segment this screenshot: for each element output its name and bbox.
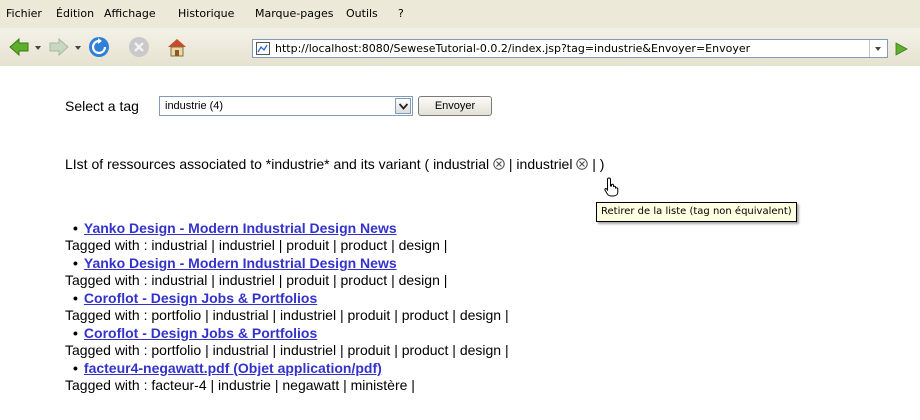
back-arrow-icon[interactable] bbox=[8, 36, 30, 58]
menu-fichier[interactable]: Fichier bbox=[6, 7, 42, 20]
submit-button[interactable]: Envoyer bbox=[418, 96, 492, 116]
remove-tag-icon[interactable] bbox=[576, 158, 589, 170]
menu-outils[interactable]: Outils bbox=[346, 7, 378, 20]
menu-edition[interactable]: Édition bbox=[56, 7, 94, 20]
navigation-toolbar: http://localhost:8080/SeweseTutorial-0.0… bbox=[0, 28, 920, 67]
reload-icon[interactable] bbox=[88, 36, 110, 58]
list-heading-text: LIst of ressources associated to *indust… bbox=[65, 156, 490, 172]
result-tags: Tagged with : portfolio | industrial | i… bbox=[65, 342, 509, 358]
tag-select-value: industrie (4) bbox=[165, 100, 224, 112]
tag-select[interactable]: industrie (4) bbox=[159, 96, 413, 116]
result-link[interactable]: Coroflot - Design Jobs & Portfolios bbox=[84, 325, 317, 341]
back-history-dropdown-icon[interactable] bbox=[35, 46, 41, 50]
result-tags: Tagged with : industrial | industriel | … bbox=[65, 272, 448, 288]
chevron-down-icon[interactable] bbox=[395, 98, 411, 114]
select-tag-label: Select a tag bbox=[65, 98, 139, 114]
page-favicon-icon bbox=[256, 42, 270, 55]
page-content: Select a tag industrie (4) Envoyer LIst … bbox=[0, 66, 920, 420]
forward-history-dropdown-icon[interactable] bbox=[75, 46, 81, 50]
result-tags: Tagged with : facteur-4 | industrie | ne… bbox=[65, 377, 415, 393]
address-bar[interactable]: http://localhost:8080/SeweseTutorial-0.0… bbox=[252, 39, 888, 58]
go-arrow-icon[interactable] bbox=[893, 41, 909, 57]
forward-arrow-icon[interactable] bbox=[48, 36, 70, 58]
home-icon[interactable] bbox=[166, 36, 188, 58]
hand-cursor-icon bbox=[604, 177, 619, 197]
list-heading: LIst of ressources associated to *indust… bbox=[65, 156, 604, 172]
list-heading-variant: | industriel bbox=[508, 156, 573, 172]
result-link[interactable]: Yanko Design - Modern Industrial Design … bbox=[84, 255, 397, 271]
menu-marque-pages[interactable]: Marque-pages bbox=[255, 7, 333, 20]
menu-historique[interactable]: Historique bbox=[178, 7, 234, 20]
list-heading-end: | ) bbox=[592, 156, 605, 172]
result-link[interactable]: facteur4-negawatt.pdf (Objet application… bbox=[84, 360, 382, 376]
remove-tag-icon[interactable] bbox=[493, 158, 505, 170]
url-text[interactable]: http://localhost:8080/SeweseTutorial-0.0… bbox=[275, 42, 750, 55]
result-tags: Tagged with : portfolio | industrial | i… bbox=[65, 307, 509, 323]
result-link[interactable]: Yanko Design - Modern Industrial Design … bbox=[84, 220, 397, 236]
menu-bar: Fichier Édition Affichage Historique Mar… bbox=[0, 0, 920, 28]
url-dropdown-icon[interactable] bbox=[869, 40, 887, 57]
remove-tag-tooltip: Retirer de la liste (tag non équivalent) bbox=[596, 202, 797, 222]
result-link[interactable]: Coroflot - Design Jobs & Portfolios bbox=[84, 290, 317, 306]
menu-help[interactable]: ? bbox=[398, 7, 404, 20]
result-tags: Tagged with : industrial | industriel | … bbox=[65, 237, 448, 253]
stop-icon[interactable] bbox=[128, 36, 150, 58]
menu-affichage[interactable]: Affichage bbox=[104, 7, 156, 20]
